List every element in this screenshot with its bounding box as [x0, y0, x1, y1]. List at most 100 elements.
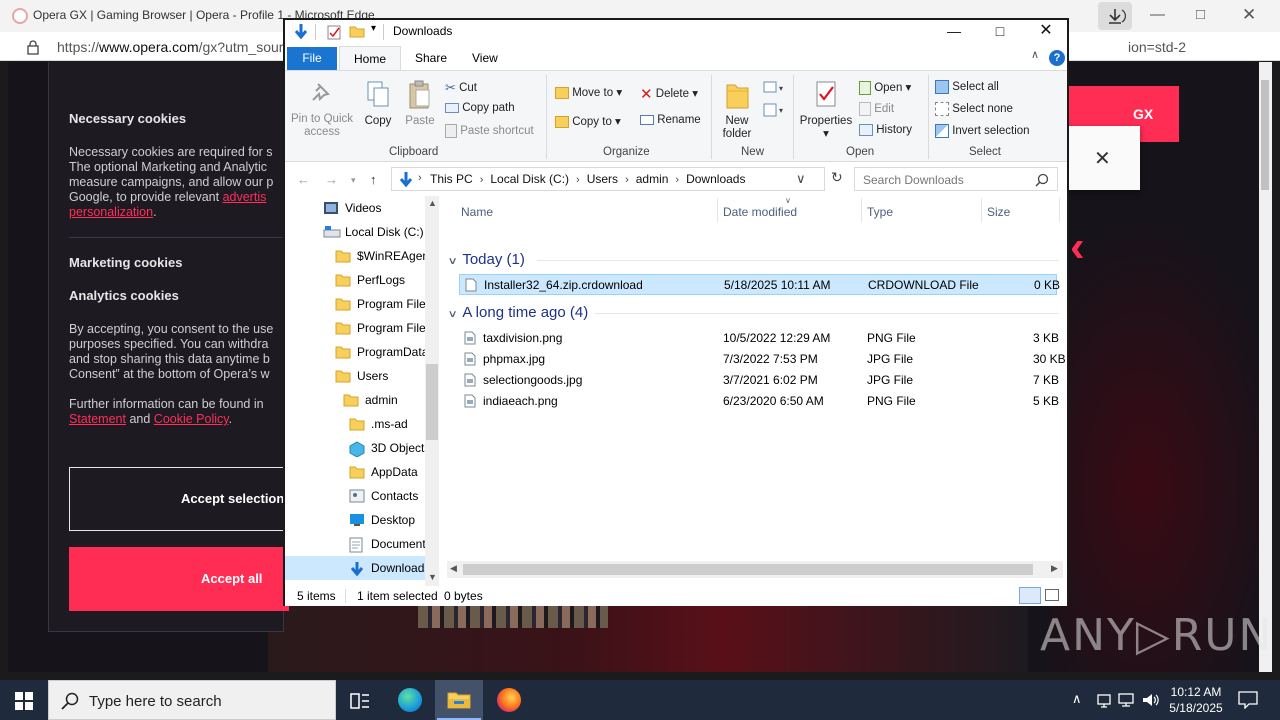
taskbar-firefox[interactable] — [484, 680, 532, 720]
horizontal-scroll-thumb[interactable] — [463, 564, 1033, 575]
volume-icon[interactable] — [1142, 692, 1160, 708]
nav-item[interactable]: .ms-ad — [285, 412, 425, 436]
windows-start-icon[interactable] — [15, 692, 33, 710]
large-icons-view-icon[interactable] — [1045, 589, 1059, 601]
network-icon[interactable] — [1118, 692, 1136, 708]
taskbar-search-input[interactable]: Type here to search — [48, 680, 336, 720]
scroll-up-icon[interactable]: ▲ — [428, 198, 437, 208]
accept-all-button[interactable]: Accept all — [69, 547, 289, 611]
breadcrumb-local-disk[interactable]: Local Disk (C:) — [490, 172, 569, 186]
analytics-cookies-heading[interactable]: Analytics cookies — [69, 288, 179, 303]
column-name[interactable]: Name — [461, 205, 493, 219]
task-view-button[interactable] — [336, 680, 384, 720]
page-scrollbar[interactable] — [1259, 62, 1272, 672]
new-folder-button[interactable]: New folder — [715, 79, 759, 141]
breadcrumb-chevron-icon[interactable]: › — [418, 172, 422, 184]
delete-button[interactable]: ✕ Delete ▾ — [640, 85, 698, 103]
statement-link[interactable]: Statement — [69, 412, 126, 426]
column-type[interactable]: Type — [867, 205, 893, 219]
collapse-ribbon-icon[interactable]: ∧ — [1031, 48, 1039, 61]
open-button[interactable]: Open ▾ — [859, 80, 911, 95]
network-drive-icon[interactable] — [1096, 692, 1112, 708]
customize-toolbar-icon[interactable]: ▾ — [371, 23, 376, 34]
nav-item[interactable]: AppData — [285, 460, 425, 484]
breadcrumb-admin[interactable]: admin — [636, 172, 669, 186]
accept-selection-button[interactable]: Accept selection — [69, 467, 289, 531]
advertising-link[interactable]: advertis — [223, 190, 267, 204]
taskbar-edge[interactable] — [386, 680, 434, 720]
recent-locations-icon[interactable]: ▾ — [351, 175, 356, 186]
forward-icon[interactable]: → — [325, 172, 338, 187]
tab-share[interactable]: Share — [415, 51, 447, 65]
details-view-icon[interactable] — [1019, 587, 1041, 604]
notifications-icon[interactable] — [1238, 691, 1258, 709]
cookie-policy-link[interactable]: Cookie Policy — [154, 412, 229, 426]
personalization-link[interactable]: personalization — [69, 205, 153, 219]
column-size[interactable]: Size — [987, 205, 1010, 219]
file-row[interactable]: selectiongoods.jpg 3/7/2021 6:02 PM JPG Fi… — [459, 370, 1059, 391]
scroll-down-icon[interactable]: ▼ — [428, 572, 437, 582]
nav-scrollbar[interactable]: ▲ ▼ — [425, 196, 439, 586]
nav-item[interactable]: Users — [285, 364, 425, 388]
select-none-button[interactable]: Select none — [935, 102, 1013, 116]
nav-item[interactable]: Program Files — [285, 316, 425, 340]
file-row[interactable]: Installer32_64.zip.crdownload 5/18/2025 1… — [459, 274, 1060, 295]
breadcrumb-this-pc[interactable]: This PC — [430, 172, 473, 186]
clock[interactable]: 10:12 AM 5/18/2025 — [1166, 684, 1226, 716]
nav-item[interactable]: PerfLogs — [285, 268, 425, 292]
nav-item[interactable]: Documents — [285, 532, 425, 556]
history-button[interactable]: History — [859, 124, 912, 136]
group-long-ago[interactable]: ∨ A long time ago (4) — [448, 304, 589, 321]
paste-button[interactable]: Paste — [401, 79, 439, 128]
copy-path-button[interactable]: Copy path — [445, 102, 515, 114]
new-folder-icon[interactable] — [349, 24, 365, 38]
nav-item[interactable]: Videos — [285, 196, 425, 220]
copy-to-button[interactable]: Copy to ▾ — [555, 114, 621, 128]
breadcrumb-downloads[interactable]: Downloads — [686, 172, 745, 186]
column-date-modified[interactable]: Date modified — [723, 205, 797, 219]
browser-close-button[interactable]: ✕ — [1242, 5, 1256, 25]
scroll-left-icon[interactable]: ◀ — [450, 563, 457, 574]
close-icon[interactable]: ✕ — [1094, 146, 1111, 171]
file-row[interactable]: taxdivision.png 10/5/2022 12:29 AM PNG Fil… — [459, 328, 1059, 349]
move-to-button[interactable]: Move to ▾ — [555, 85, 622, 99]
address-dropdown-icon[interactable]: ∨ — [796, 171, 806, 187]
nav-item[interactable]: Contacts — [285, 484, 425, 508]
copy-button[interactable]: Copy — [359, 79, 397, 128]
maximize-button[interactable]: □ — [977, 20, 1023, 42]
nav-item[interactable]: Downloads — [285, 556, 425, 580]
page-scroll-thumb[interactable] — [1261, 80, 1269, 190]
nav-item[interactable]: Program Files — [285, 292, 425, 316]
nav-item[interactable]: admin — [285, 388, 425, 412]
file-row[interactable]: indiaeach.png 6/23/2020 6:50 AM PNG File 5 … — [459, 391, 1059, 412]
properties-button[interactable]: Properties ▾ — [797, 79, 855, 141]
invert-selection-button[interactable]: Invert selection — [935, 124, 1030, 138]
horizontal-scrollbar[interactable]: ◀ ▶ — [447, 561, 1063, 578]
breadcrumb[interactable]: This PC › Local Disk (C:) › Users › admin › Down… — [430, 172, 745, 186]
scroll-right-icon[interactable]: ▶ — [1051, 563, 1058, 574]
rename-button[interactable]: Rename — [640, 114, 701, 126]
help-icon[interactable]: ? — [1049, 50, 1065, 66]
refresh-icon[interactable]: ↻ — [831, 169, 843, 186]
nav-item[interactable]: 3D Objects — [285, 436, 425, 460]
search-input[interactable]: Search Downloads — [854, 167, 1058, 191]
nav-item[interactable]: $WinREAgent — [285, 244, 425, 268]
nav-item[interactable]: ProgramData — [285, 340, 425, 364]
up-icon[interactable]: ↑ — [370, 172, 377, 187]
back-icon[interactable]: ← — [297, 172, 310, 187]
downloads-button[interactable] — [1098, 2, 1132, 30]
nav-item[interactable]: Local Disk (C:) — [285, 220, 425, 244]
tab-home[interactable]: Home — [339, 46, 401, 71]
browser-minimize-button[interactable]: — — [1150, 6, 1165, 23]
select-all-button[interactable]: Select all — [935, 80, 999, 94]
edit-button[interactable]: Edit — [859, 102, 894, 116]
pin-to-quick-access-button[interactable]: Pin to Quick access — [289, 81, 355, 139]
minimize-button[interactable]: — — [931, 20, 977, 42]
marketing-cookies-heading[interactable]: Marketing cookies — [69, 255, 182, 270]
close-button[interactable]: ✕ — [1023, 20, 1069, 42]
file-row[interactable]: phpmax.jpg 7/3/2022 7:53 PM JPG File 30 KB — [459, 349, 1066, 370]
group-today[interactable]: ∨ Today (1) — [448, 251, 525, 268]
paste-shortcut-button[interactable]: Paste shortcut — [445, 124, 534, 138]
new-item-icon[interactable]: ▾▾ — [761, 79, 787, 123]
address-bar[interactable]: › This PC › Local Disk (C:) › Users › admin › Do… — [391, 167, 825, 191]
